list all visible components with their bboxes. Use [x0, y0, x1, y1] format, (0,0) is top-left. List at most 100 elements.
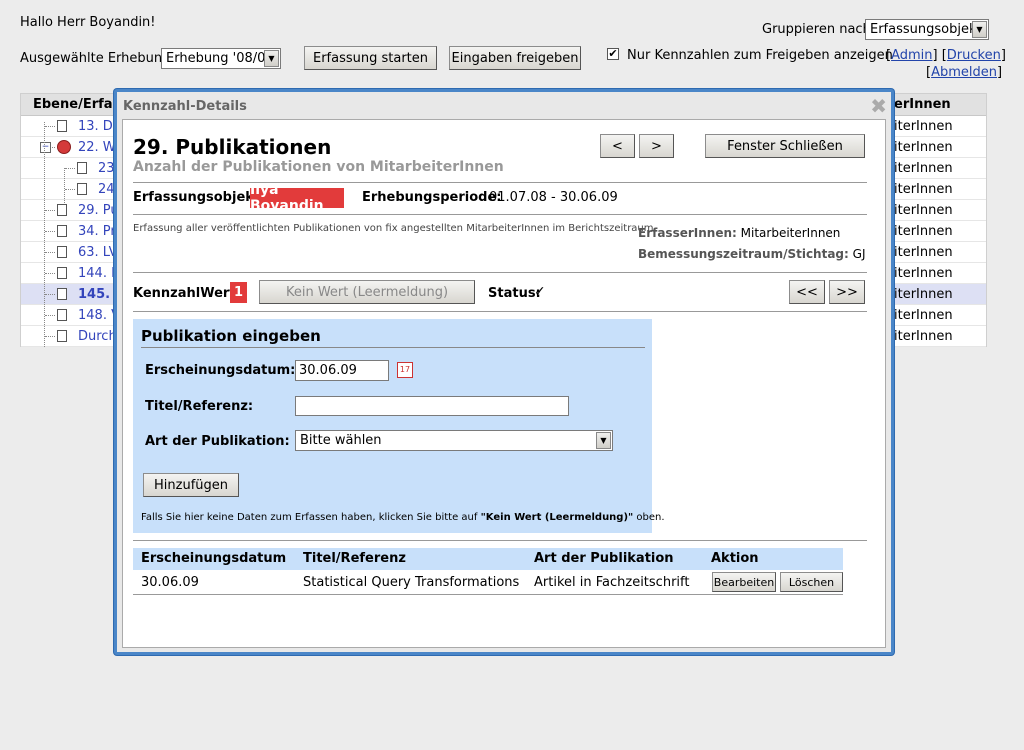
measure-value: GJ — [852, 247, 866, 261]
close-icon[interactable]: ✖ — [870, 94, 887, 118]
title-label: Titel/Referenz: — [145, 399, 254, 414]
tree-connector — [45, 126, 55, 127]
hint-bold: "Kein Wert (Leermeldung)" — [480, 512, 634, 523]
logout-links: [Abmelden] — [926, 65, 1003, 80]
indicator-heading: 29. Publikationen — [133, 135, 332, 159]
survey-label: Ausgewählte Erhebung: — [20, 51, 175, 66]
chevron-down-icon: ▼ — [972, 21, 987, 38]
document-icon — [57, 246, 67, 258]
filter-checkbox[interactable]: ✔ — [607, 48, 619, 60]
collapse-icon[interactable]: − — [40, 142, 51, 153]
type-value: Bitte wählen — [300, 433, 382, 448]
period-value: 01.07.08 - 30.06.09 — [489, 190, 618, 205]
tree-connector — [45, 336, 55, 337]
dialog-title: Kennzahl-Details — [123, 99, 247, 114]
date-label: Erscheinungsdatum: — [145, 363, 296, 378]
sum-icon — [57, 140, 71, 154]
document-icon — [57, 225, 67, 237]
group-by-select[interactable]: Erfassungsobjekt ▼ — [865, 19, 989, 40]
row-title: Statistical Query Transformations — [303, 575, 520, 590]
indicator-description: Erfassung aller veröffentlichten Publika… — [133, 223, 657, 234]
document-icon — [57, 288, 67, 300]
divider — [133, 311, 867, 312]
document-icon — [77, 183, 87, 195]
tree-row-right: iterInnen — [894, 308, 953, 323]
first-button[interactable]: << — [789, 280, 825, 304]
tree-row-right: iterInnen — [894, 161, 953, 176]
measure-row: Bemessungszeitraum/Stichtag: GJ — [638, 247, 866, 261]
previous-button[interactable]: < — [600, 134, 635, 158]
document-icon — [57, 309, 67, 321]
col-header-title: Titel/Referenz — [303, 551, 406, 566]
object-label: Erfassungsobjekt: — [133, 190, 266, 205]
greeting: Hallo Herr Boyandin! — [20, 15, 156, 30]
no-value-button[interactable]: Kein Wert (Leermeldung) — [259, 280, 475, 304]
release-entries-button[interactable]: Eingaben freigeben — [449, 46, 581, 70]
tree-connector — [45, 294, 55, 295]
period-label: Erhebungsperiode: — [362, 190, 502, 205]
tree-connector — [65, 168, 75, 169]
tree-connector — [65, 189, 75, 190]
col-header-type: Art der Publikation — [534, 551, 674, 566]
status-label: Status: — [488, 286, 541, 301]
group-by-label: Gruppieren nach: — [762, 22, 876, 37]
title-input[interactable] — [295, 396, 569, 416]
document-icon — [77, 162, 87, 174]
tree-row-label: 144. L — [78, 266, 119, 281]
divider — [133, 182, 867, 183]
tree-row-label: 63. LV — [78, 245, 118, 260]
filter-label: Nur Kennzahlen zum Freigeben anzeigen — [627, 48, 893, 63]
tree-row-right: iterInnen — [894, 140, 953, 155]
tree-connector — [45, 273, 55, 274]
hint-prefix: Falls Sie hier keine Daten zum Erfassen … — [141, 512, 481, 523]
chevron-down-icon: ▼ — [596, 432, 611, 449]
measure-label: Bemessungszeitraum/Stichtag: — [638, 247, 849, 261]
start-collection-button[interactable]: Erfassung starten — [304, 46, 437, 70]
print-link[interactable]: Drucken — [947, 48, 1001, 63]
indicator-details-dialog: Kennzahl-Details ✖ 29. Publikationen Anz… — [114, 89, 894, 655]
date-input[interactable]: 30.06.09 — [295, 360, 389, 381]
last-button[interactable]: >> — [829, 280, 865, 304]
tree-row-right: iterInnen — [894, 203, 953, 218]
tree-row-right: iterInnen — [894, 224, 953, 239]
type-select[interactable]: Bitte wählen ▼ — [295, 430, 613, 451]
kennzahl-label: KennzahlWert: — [133, 286, 241, 301]
close-window-button[interactable]: Fenster Schließen — [705, 134, 865, 158]
indicator-subheading: Anzahl der Publikationen von Mitarbeiter… — [133, 159, 504, 175]
status-check-icon: ✓ — [534, 284, 546, 300]
admin-link[interactable]: Admin — [891, 48, 932, 63]
row-date: 30.06.09 — [141, 575, 199, 590]
tree-guide — [64, 168, 65, 203]
edit-button[interactable]: Bearbeiten — [712, 572, 776, 592]
tree-row-right: iterInnen — [894, 329, 953, 344]
results-header: Erscheinungsdatum Titel/Referenz Art der… — [133, 548, 843, 570]
survey-value: Erhebung '08/09' — [166, 51, 266, 66]
collectors-label: ErfasserInnen: — [638, 226, 737, 240]
col-header-action: Aktion — [711, 551, 759, 566]
tree-row-right: iterInnen — [894, 119, 953, 134]
tree-connector — [45, 210, 55, 211]
document-icon — [57, 267, 67, 279]
divider — [133, 214, 867, 215]
logout-link[interactable]: Abmelden — [931, 65, 997, 80]
document-icon — [57, 330, 67, 342]
col-header-date: Erscheinungsdatum — [141, 551, 287, 566]
calendar-icon[interactable]: 17 — [397, 362, 413, 378]
tree-connector — [45, 231, 55, 232]
add-button[interactable]: Hinzufügen — [143, 473, 239, 497]
survey-select[interactable]: Erhebung '08/09' ▼ — [161, 48, 281, 69]
tree-row-right: iterInnen — [894, 266, 953, 281]
table-row: 30.06.09 Statistical Query Transformatio… — [133, 570, 843, 595]
dialog-content: 29. Publikationen Anzahl der Publikation… — [122, 119, 886, 648]
chevron-down-icon: ▼ — [264, 50, 279, 67]
collectors-row: ErfasserInnen: MitarbeiterInnen — [638, 226, 840, 240]
next-button[interactable]: > — [639, 134, 674, 158]
tree-guide — [44, 122, 45, 347]
form-title: Publikation eingeben — [141, 327, 321, 345]
group-by-value: Erfassungsobjekt — [870, 22, 982, 37]
tree-row-right: iterInnen — [894, 182, 953, 197]
tree-connector — [45, 252, 55, 253]
delete-button[interactable]: Löschen — [780, 572, 843, 592]
divider — [133, 272, 867, 273]
type-label: Art der Publikation: — [145, 434, 290, 449]
